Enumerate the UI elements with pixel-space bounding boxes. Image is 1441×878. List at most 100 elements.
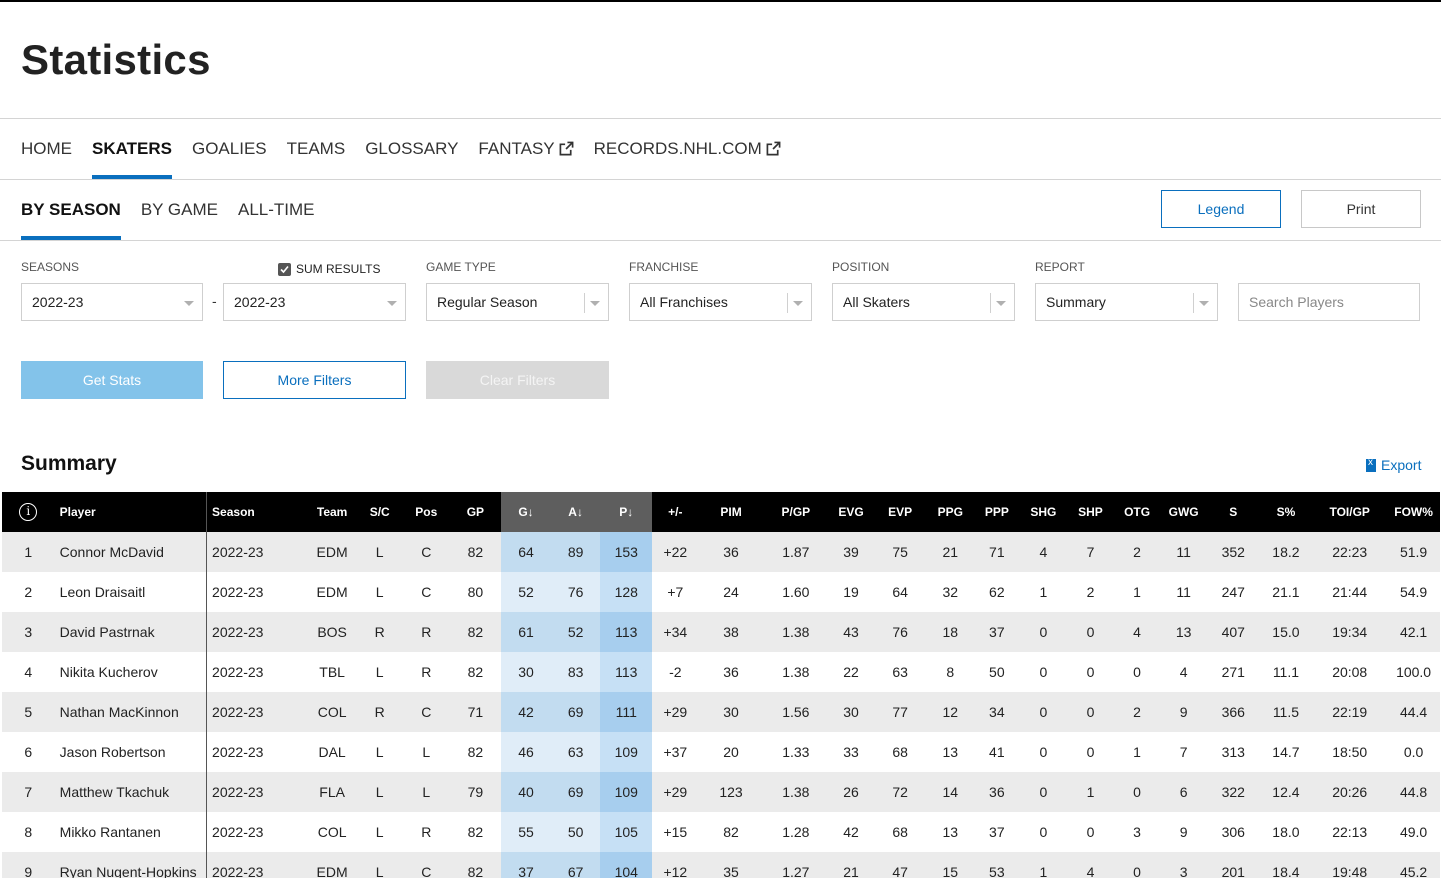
nav-item-records-nhl-com[interactable]: RECORDS.NHL.COM xyxy=(594,118,781,179)
export-link[interactable]: Export xyxy=(1366,457,1421,473)
player-name-link[interactable]: Nathan MacKinnon xyxy=(54,692,208,732)
column-header[interactable]: SHP xyxy=(1067,492,1114,532)
table-cell: 21 xyxy=(926,532,975,572)
column-header[interactable]: +/- xyxy=(652,492,699,532)
player-name-link[interactable]: Connor McDavid xyxy=(54,532,208,572)
column-header[interactable]: Pos xyxy=(402,492,450,532)
column-header[interactable]: TOI/GP xyxy=(1312,492,1388,532)
table-cell: 79 xyxy=(449,772,502,812)
table-cell: 1.27 xyxy=(763,852,829,878)
table-cell: 1.56 xyxy=(763,692,829,732)
table-cell: 82 xyxy=(449,532,502,572)
table-row[interactable]: 9 Ryan Nugent-Hopkins 2022-23 EDM L C 82 37 67 10… xyxy=(2,852,1440,878)
column-header[interactable]: G↓ xyxy=(501,492,551,532)
column-header[interactable]: SHG xyxy=(1019,492,1068,532)
nav-item-home[interactable]: HOME xyxy=(21,118,72,179)
table-row[interactable]: 6 Jason Robertson 2022-23 DAL L L 82 46 63 109 +37… xyxy=(2,732,1440,772)
legend-button[interactable]: Legend xyxy=(1161,190,1281,228)
stats-table: i Player Season Team S/C Pos GP G↓ A↓ P↓ +/- PIM P/G… xyxy=(2,492,1440,878)
column-header[interactable]: EVP xyxy=(873,492,927,532)
nav-item-skaters[interactable]: SKATERS xyxy=(92,118,172,179)
player-name-link[interactable]: Mikko Rantanen xyxy=(54,812,208,852)
chevron-down-icon xyxy=(793,301,803,306)
column-header-info[interactable]: i xyxy=(2,492,55,532)
table-cell: 36 xyxy=(974,772,1020,812)
player-name-link[interactable]: Ryan Nugent-Hopkins xyxy=(54,852,208,878)
more-filters-button[interactable]: More Filters xyxy=(223,361,406,399)
column-header[interactable]: Team xyxy=(307,492,357,532)
column-header[interactable]: S% xyxy=(1259,492,1313,532)
table-cell: EDM xyxy=(307,852,357,878)
nav-item-label: HOME xyxy=(21,138,72,158)
table-cell: 1.38 xyxy=(763,652,829,692)
nav-item-goalies[interactable]: GOALIES xyxy=(192,118,267,179)
nav-item-fantasy[interactable]: FANTASY xyxy=(478,118,574,179)
nav-item-teams[interactable]: TEAMS xyxy=(287,118,346,179)
search-players-input[interactable] xyxy=(1238,283,1420,321)
sum-results-toggle[interactable]: SUM RESULTS xyxy=(278,262,380,276)
player-name-link[interactable]: Matthew Tkachuk xyxy=(54,772,208,812)
column-header[interactable]: EVG xyxy=(828,492,874,532)
column-header[interactable]: GWG xyxy=(1160,492,1207,532)
column-header[interactable]: FOW% xyxy=(1387,492,1440,532)
column-header[interactable]: P/GP xyxy=(763,492,829,532)
table-row[interactable]: 2 Leon Draisaitl 2022-23 EDM L C 80 52 76 128 +7 24… xyxy=(2,572,1440,612)
table-cell: 8 xyxy=(926,652,975,692)
table-cell: R xyxy=(402,612,450,652)
select-separator xyxy=(787,293,788,313)
table-cell: 82 xyxy=(449,612,502,652)
season-to-select[interactable]: 2022-23 xyxy=(223,283,406,321)
table-row[interactable]: 7 Matthew Tkachuk 2022-23 FLA L L 79 40 69 109 +29… xyxy=(2,772,1440,812)
table-row[interactable]: 1 Connor McDavid 2022-23 EDM L C 82 64 89 153 +22 3… xyxy=(2,532,1440,572)
clear-filters-button[interactable]: Clear Filters xyxy=(426,361,609,399)
game-type-select[interactable]: Regular Season xyxy=(426,283,609,321)
column-header[interactable]: Player xyxy=(54,492,208,532)
table-cell: 15 xyxy=(926,852,975,878)
column-header[interactable]: PPP xyxy=(974,492,1020,532)
franchise-select[interactable]: All Franchises xyxy=(629,283,812,321)
column-header[interactable]: PIM xyxy=(698,492,764,532)
player-name-link[interactable]: David Pastrnak xyxy=(54,612,208,652)
table-cell: 21 xyxy=(828,852,874,878)
tab-by-season[interactable]: BY SEASON xyxy=(21,179,121,240)
nav-item-glossary[interactable]: GLOSSARY xyxy=(365,118,458,179)
tab-all-time[interactable]: ALL-TIME xyxy=(238,179,315,240)
table-row[interactable]: 8 Mikko Rantanen 2022-23 COL L R 82 55 50 105 +15 8… xyxy=(2,812,1440,852)
get-stats-button[interactable]: Get Stats xyxy=(21,361,203,399)
table-row[interactable]: 4 Nikita Kucherov 2022-23 TBL L R 82 30 83 113 -2 3… xyxy=(2,652,1440,692)
column-header[interactable]: Season xyxy=(206,492,308,532)
table-cell: 7 xyxy=(1160,732,1207,772)
column-header[interactable]: GP xyxy=(449,492,502,532)
table-cell: 113 xyxy=(600,652,653,692)
column-header[interactable]: P↓ xyxy=(600,492,653,532)
table-cell: R xyxy=(402,652,450,692)
player-name-link[interactable]: Nikita Kucherov xyxy=(54,652,208,692)
table-cell: 0 xyxy=(1067,692,1114,732)
table-cell: L xyxy=(356,572,403,612)
tab-by-game[interactable]: BY GAME xyxy=(141,179,218,240)
season-from-select[interactable]: 2022-23 xyxy=(21,283,203,321)
column-header[interactable]: A↓ xyxy=(550,492,601,532)
checkbox-checked-icon[interactable] xyxy=(278,262,291,276)
player-name-link[interactable]: Jason Robertson xyxy=(54,732,208,772)
info-icon[interactable]: i xyxy=(19,503,38,521)
print-button[interactable]: Print xyxy=(1301,190,1421,228)
table-row[interactable]: 3 David Pastrnak 2022-23 BOS R R 82 61 52 113 +34 3… xyxy=(2,612,1440,652)
table-cell: 2022-23 xyxy=(206,812,308,852)
column-header[interactable]: OTG xyxy=(1113,492,1161,532)
table-cell: 5 xyxy=(2,692,55,732)
seasons-label: SEASONS xyxy=(21,260,80,274)
column-header[interactable]: S/C xyxy=(356,492,403,532)
table-cell: 52 xyxy=(550,612,601,652)
table-row[interactable]: 5 Nathan MacKinnon 2022-23 COL R C 71 42 69 111 +2… xyxy=(2,692,1440,732)
column-header[interactable]: S xyxy=(1206,492,1260,532)
table-cell: 18.0 xyxy=(1259,812,1313,852)
table-cell: 45.2 xyxy=(1387,852,1440,878)
table-cell: 306 xyxy=(1206,812,1260,852)
position-select[interactable]: All Skaters xyxy=(832,283,1015,321)
report-select[interactable]: Summary xyxy=(1035,283,1218,321)
player-name-link[interactable]: Leon Draisaitl xyxy=(54,572,208,612)
table-cell: 64 xyxy=(873,572,927,612)
sum-results-label: SUM RESULTS xyxy=(296,262,381,276)
column-header[interactable]: PPG xyxy=(926,492,975,532)
